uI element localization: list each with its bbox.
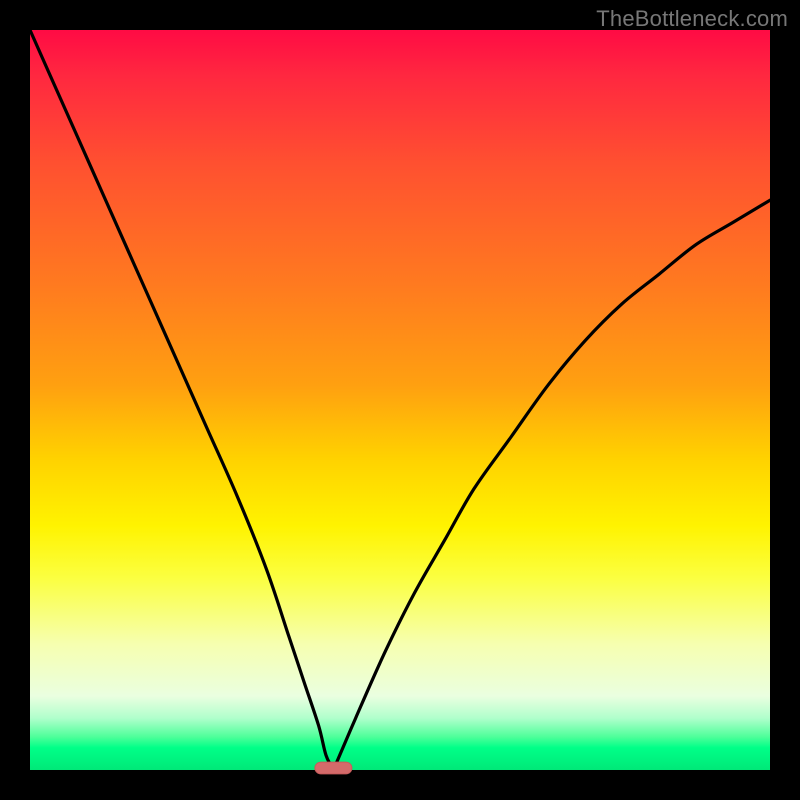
plot-area: [30, 30, 770, 770]
curves-svg: [30, 30, 770, 770]
left-curve: [30, 30, 333, 770]
chart-frame: TheBottleneck.com: [0, 0, 800, 800]
right-curve: [333, 200, 770, 770]
watermark-text: TheBottleneck.com: [596, 6, 788, 32]
minimum-marker: [315, 762, 352, 774]
